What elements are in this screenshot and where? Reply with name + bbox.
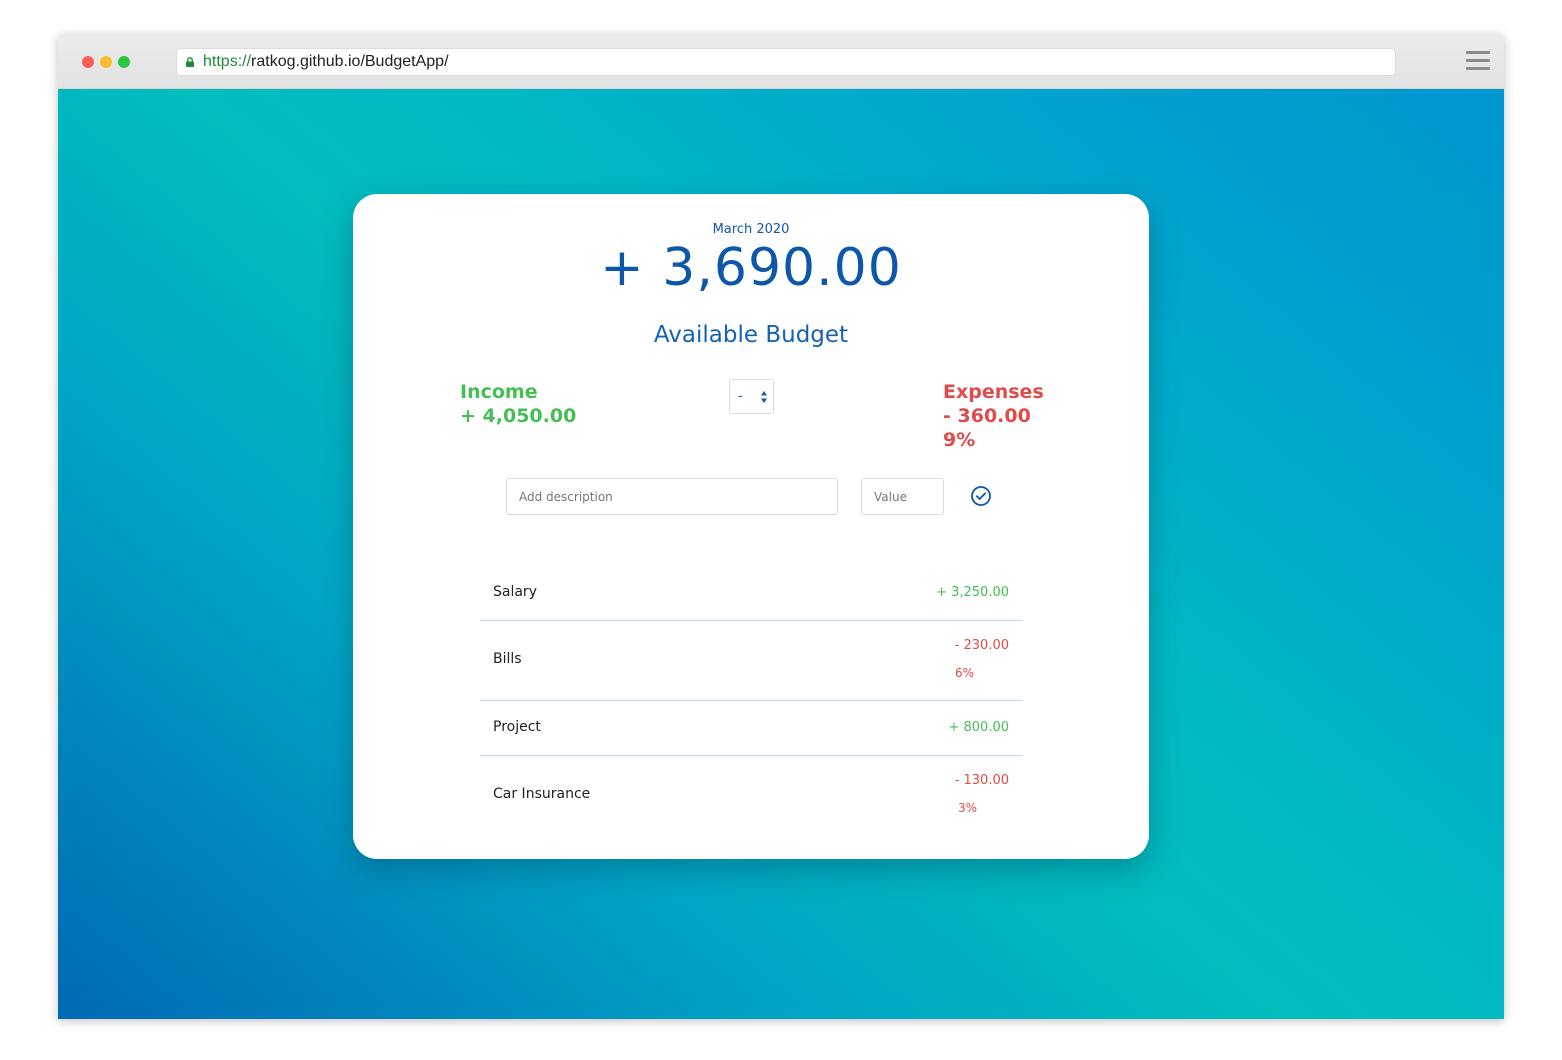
- budget-month: March 2020: [712, 222, 790, 237]
- list-item[interactable]: Bills - 230.00 6%: [480, 621, 1022, 701]
- income-label: Income: [460, 381, 538, 403]
- page-background: March 2020 + 3,690.00 Available Budget I…: [58, 89, 1504, 1019]
- available-budget-label: Available Budget: [653, 322, 849, 348]
- expenses-label: Expenses: [943, 381, 1044, 403]
- address-bar[interactable]: https://ratkog.github.io/BudgetApp/: [176, 48, 1396, 76]
- item-description: Salary: [493, 584, 537, 600]
- lock-icon: [186, 57, 194, 67]
- item-description: Bills: [493, 651, 522, 667]
- browser-window: https://ratkog.github.io/BudgetApp/ Marc…: [58, 34, 1504, 1019]
- item-value: - 130.00: [954, 773, 1009, 788]
- budget-card: March 2020 + 3,690.00 Available Budget I…: [353, 194, 1149, 859]
- up-down-arrows-icon: [761, 391, 767, 403]
- income-total: + 4,050.00: [460, 405, 577, 427]
- url-host-path: ratkog.github.io/BudgetApp/: [251, 53, 449, 70]
- item-percentage: 6%: [955, 666, 975, 680]
- value-input[interactable]: [861, 478, 944, 515]
- income-summary: Income + 4,050.00: [460, 380, 576, 428]
- type-select-value: -: [738, 389, 743, 404]
- type-select[interactable]: -: [729, 379, 774, 414]
- list-item[interactable]: Salary + 3,250.00: [480, 566, 1022, 621]
- hamburger-menu-icon[interactable]: [1466, 51, 1490, 71]
- expenses-summary: Expenses - 360.00 9%: [943, 380, 1044, 452]
- item-description: Car Insurance: [493, 786, 591, 802]
- check-circle-icon[interactable]: [970, 485, 992, 507]
- list-item[interactable]: Project + 800.00: [480, 701, 1022, 756]
- transaction-list: Salary + 3,250.00 Bills - 230.00 6% Proj…: [480, 566, 1022, 836]
- item-description: Project: [493, 719, 541, 735]
- close-window-button[interactable]: [82, 56, 94, 68]
- browser-toolbar: https://ratkog.github.io/BudgetApp/: [58, 34, 1504, 89]
- item-value: + 3,250.00: [936, 585, 1009, 600]
- expenses-percentage: 9%: [943, 429, 976, 451]
- item-value: + 800.00: [948, 720, 1009, 735]
- available-budget-value: + 3,690.00: [600, 238, 902, 298]
- item-percentage: 3%: [958, 801, 978, 815]
- url-scheme: https://: [203, 53, 252, 70]
- maximize-window-button[interactable]: [118, 56, 130, 68]
- item-value: - 230.00: [954, 638, 1009, 653]
- expenses-total: - 360.00: [943, 405, 1031, 427]
- description-input[interactable]: [506, 478, 838, 515]
- list-item[interactable]: Car Insurance - 130.00 3%: [480, 756, 1022, 836]
- minimize-window-button[interactable]: [100, 56, 112, 68]
